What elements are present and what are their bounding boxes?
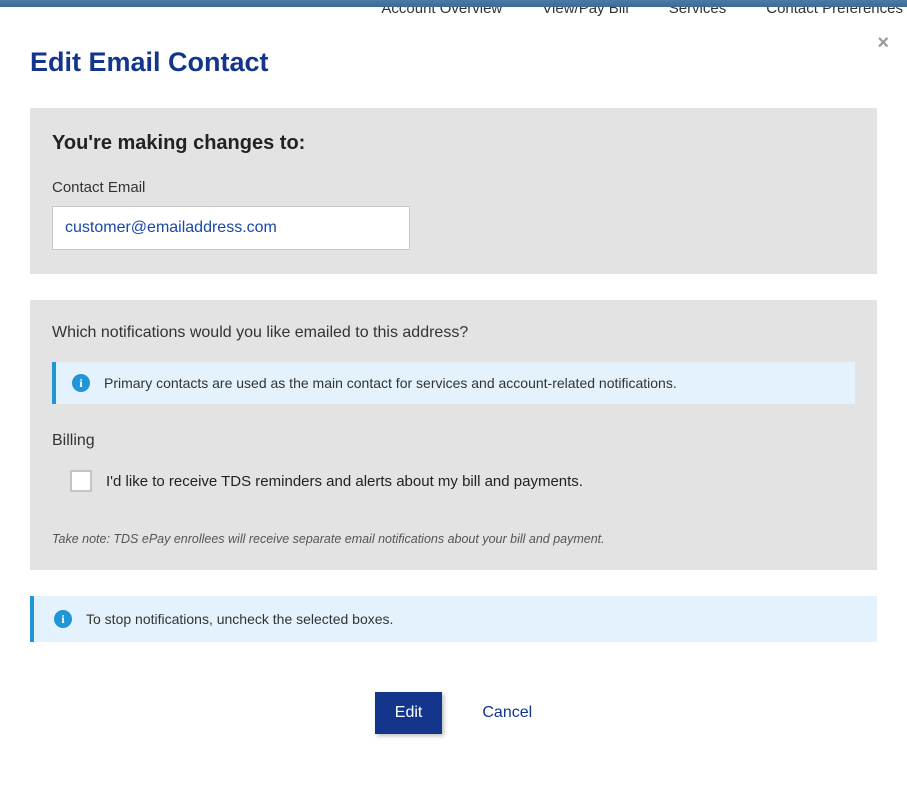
actions-row: Edit Cancel (30, 692, 877, 734)
info-text-stop: To stop notifications, uncheck the selec… (86, 611, 393, 627)
primary-contact-info: i Primary contacts are used as the main … (52, 362, 855, 404)
email-input[interactable] (52, 206, 410, 250)
epay-note: Take note: TDS ePay enrollees will recei… (52, 532, 855, 546)
top-nav-bar (0, 0, 907, 7)
billing-checkbox[interactable] (70, 470, 92, 492)
changes-panel: You're making changes to: Contact Email (30, 108, 877, 274)
nav-item-services[interactable]: Services (669, 7, 727, 19)
changes-heading: You're making changes to: (52, 132, 855, 155)
info-icon: i (54, 610, 72, 628)
edit-email-modal: × Edit Email Contact You're making chang… (0, 19, 907, 774)
cancel-button[interactable]: Cancel (482, 704, 532, 722)
billing-heading: Billing (52, 432, 855, 450)
stop-notifications-info: i To stop notifications, uncheck the sel… (30, 596, 877, 642)
info-icon: i (72, 374, 90, 392)
modal-title: Edit Email Contact (30, 47, 877, 78)
billing-checkbox-row: I'd like to receive TDS reminders and al… (52, 470, 855, 492)
email-label: Contact Email (52, 179, 855, 196)
nav-item-pay-bill[interactable]: View/Pay Bill (542, 7, 628, 19)
notifications-prompt: Which notifications would you like email… (52, 324, 855, 342)
nav-item-contact-preferences[interactable]: Contact Preferences (766, 7, 903, 19)
close-button[interactable]: × (877, 33, 889, 53)
nav-links: Account Overview View/Pay Bill Services … (0, 7, 907, 19)
info-text-primary: Primary contacts are used as the main co… (104, 375, 677, 391)
notifications-panel: Which notifications would you like email… (30, 300, 877, 570)
edit-button[interactable]: Edit (375, 692, 443, 734)
billing-checkbox-label: I'd like to receive TDS reminders and al… (106, 473, 583, 490)
nav-item-overview[interactable]: Account Overview (381, 7, 502, 19)
